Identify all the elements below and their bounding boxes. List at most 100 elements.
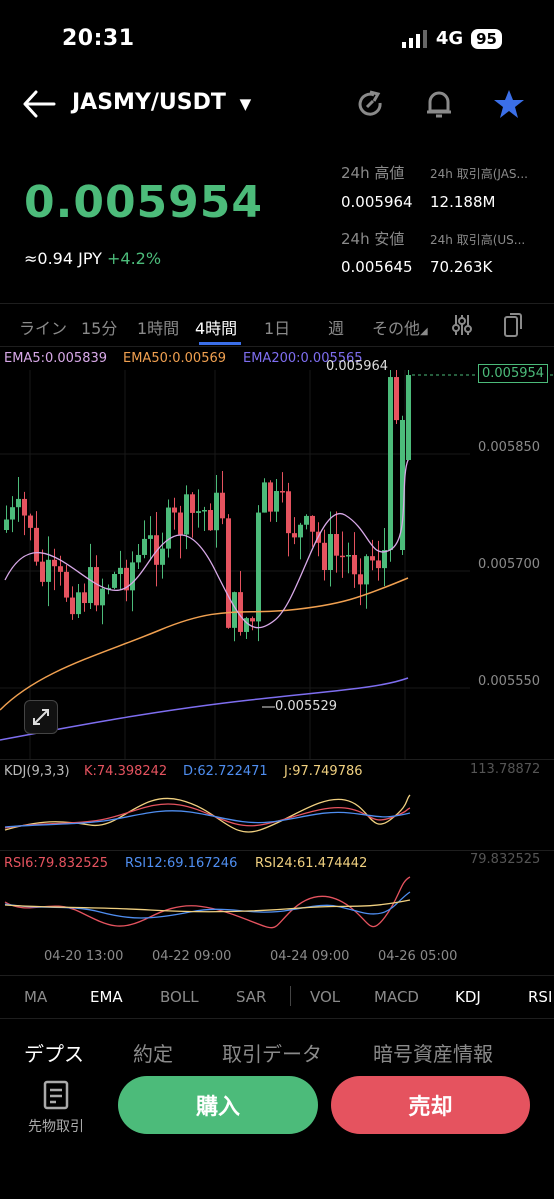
candle-body — [46, 559, 51, 582]
tab-1h[interactable]: 1時間 — [137, 315, 179, 339]
indicator-boll[interactable]: BOLL — [160, 988, 199, 1006]
candle-body — [364, 556, 369, 585]
rsi-scale: 79.832525 — [470, 852, 541, 867]
tab-trades[interactable]: 約定 — [133, 1038, 173, 1067]
battery-icon: 95 — [471, 28, 502, 49]
ema200-line — [0, 677, 409, 741]
candle-body — [376, 560, 381, 569]
turnover-value: 70.263K — [430, 258, 493, 276]
kdj-d: D:62.722471 — [183, 764, 268, 779]
turnover-label: 24h 取引高(US... — [430, 233, 526, 247]
candle-body — [172, 507, 177, 513]
bell-icon[interactable] — [424, 88, 454, 120]
fullscreen-button[interactable] — [24, 700, 58, 734]
candle-body — [22, 498, 27, 516]
high-label: 24h 高値 — [341, 164, 405, 182]
kdj-j: J:97.749786 — [284, 764, 363, 779]
candle-body — [64, 571, 69, 598]
network-label: 4G — [435, 28, 464, 49]
tab-trade-data[interactable]: 取引データ — [222, 1038, 322, 1067]
current-price-tag: 0.005954 — [478, 364, 549, 383]
indicator-ema[interactable]: EMA — [90, 988, 123, 1006]
star-icon[interactable] — [493, 88, 525, 120]
candle-body — [52, 559, 57, 567]
rsi6: RSI6:79.832525 — [4, 856, 109, 871]
indicator-macd[interactable]: MACD — [374, 988, 419, 1006]
rsi12: RSI12:69.167246 — [125, 856, 238, 871]
rsi-chart — [4, 876, 411, 929]
tab-more-label: その他 — [372, 319, 421, 338]
candle-body — [4, 519, 9, 530]
indicator-kdj[interactable]: KDJ — [455, 988, 481, 1006]
indicator-separator — [290, 986, 291, 1006]
low-value: 0.005645 — [341, 258, 413, 276]
tab-line[interactable]: ライン — [19, 315, 67, 339]
device-icon[interactable] — [502, 312, 524, 338]
candle-body — [352, 555, 357, 575]
candle-body — [166, 507, 171, 549]
volume-value: 12.188M — [430, 193, 496, 211]
indicator-settings-icon[interactable] — [451, 313, 473, 337]
kdj-k: K:74.398242 — [84, 764, 168, 779]
indicator-sar[interactable]: SAR — [236, 988, 266, 1006]
tab-4h[interactable]: 4時間 — [195, 315, 237, 339]
candle-body — [346, 555, 351, 557]
candle-body — [148, 535, 153, 539]
high-marker-label: 0.005964 — [326, 359, 389, 374]
candle-body — [10, 507, 15, 520]
indicator-ma[interactable]: MA — [24, 988, 47, 1006]
x-tick-4: 04-26 05:00 — [378, 949, 458, 964]
candle-body — [82, 592, 87, 604]
candle-body — [214, 492, 219, 531]
candle-body — [118, 567, 123, 575]
refresh-icon[interactable] — [356, 90, 386, 120]
low-marker-label: 0.005529 — [275, 699, 338, 714]
candle-body — [256, 512, 261, 622]
status-time: 20:31 — [62, 26, 135, 51]
candle-body — [226, 518, 231, 628]
futures-button[interactable]: 先物取引 — [20, 1080, 92, 1136]
pair-selector[interactable]: JASMY/USDT ▼ — [72, 90, 251, 115]
buy-button[interactable]: 購入 — [118, 1076, 318, 1134]
candle-body — [382, 550, 387, 569]
low-label: 24h 安値 — [341, 230, 405, 248]
back-arrow-icon[interactable] — [22, 90, 56, 118]
futures-label: 先物取引 — [28, 1119, 84, 1135]
sell-button[interactable]: 売却 — [331, 1076, 530, 1134]
rsi-divider — [0, 850, 554, 851]
candle-body — [112, 574, 117, 588]
candle-body — [160, 548, 165, 565]
tab-asset-info[interactable]: 暗号資産情報 — [373, 1038, 493, 1067]
tab-more[interactable]: その他◢ — [372, 315, 428, 339]
kdj-label: KDJ(9,3,3) — [4, 764, 70, 779]
candle-body — [184, 494, 189, 535]
candle-body — [310, 515, 315, 532]
tab-1d[interactable]: 1日 — [264, 315, 290, 339]
last-price: 0.005954 — [24, 177, 264, 228]
price-jpy: ≈0.94 JPY +4.2% — [24, 249, 161, 268]
indicator-vol[interactable]: VOL — [310, 988, 340, 1006]
ema5-legend: EMA5:0.005839 — [4, 351, 108, 366]
candle-body — [280, 491, 285, 493]
candle-body — [28, 515, 33, 528]
x-tick-3: 04-24 09:00 — [270, 949, 350, 964]
tab-week[interactable]: 週 — [328, 315, 344, 339]
pair-title: JASMY/USDT — [72, 90, 226, 115]
y-tick-0005700: 0.005700 — [478, 557, 541, 572]
candle-body — [154, 535, 159, 565]
high-value: 0.005964 — [341, 193, 413, 211]
indicator-rsi[interactable]: RSI — [528, 988, 552, 1006]
tab-depth[interactable]: デプス — [24, 1038, 84, 1067]
candle-body — [334, 534, 339, 556]
candle-body — [274, 491, 279, 512]
candle-body — [298, 524, 303, 538]
tab-15m[interactable]: 15分 — [81, 315, 117, 339]
candle-body — [190, 494, 195, 513]
candle-body — [322, 542, 327, 570]
candle-body — [34, 527, 39, 562]
kdj-divider — [0, 759, 554, 760]
candle-body — [136, 554, 141, 563]
candle-body — [286, 491, 291, 534]
candle-body — [178, 512, 183, 535]
candle-body — [40, 561, 45, 582]
